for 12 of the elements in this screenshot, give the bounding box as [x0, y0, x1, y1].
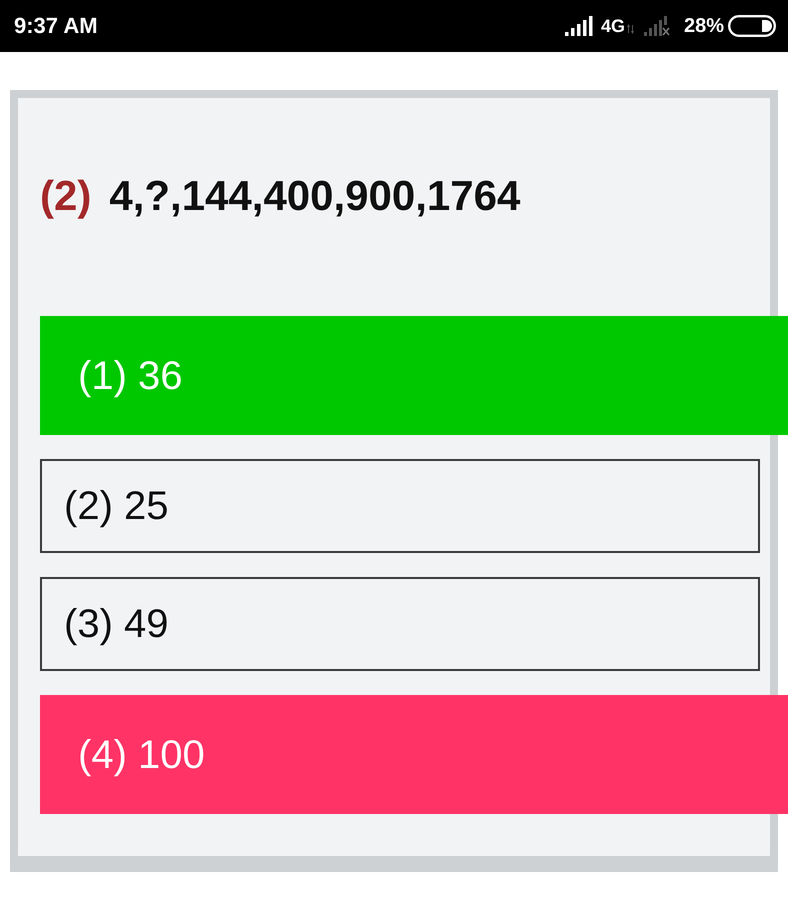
battery-icon	[728, 15, 776, 37]
network-type: 4G	[600, 17, 625, 35]
answer-option[interactable]: (4) 100	[40, 695, 788, 814]
battery-percent: 28%	[684, 16, 724, 36]
answer-option[interactable]: (3) 49	[40, 577, 760, 671]
signal-icon	[564, 16, 593, 36]
answer-option[interactable]: (2) 25	[40, 459, 760, 553]
data-activity-icon	[626, 24, 634, 34]
status-time: 9:37 AM	[14, 15, 98, 37]
no-signal-icon	[644, 16, 670, 36]
question-text: 4,?,144,400,900,1764	[109, 175, 520, 217]
question-number: (2)	[40, 175, 92, 217]
